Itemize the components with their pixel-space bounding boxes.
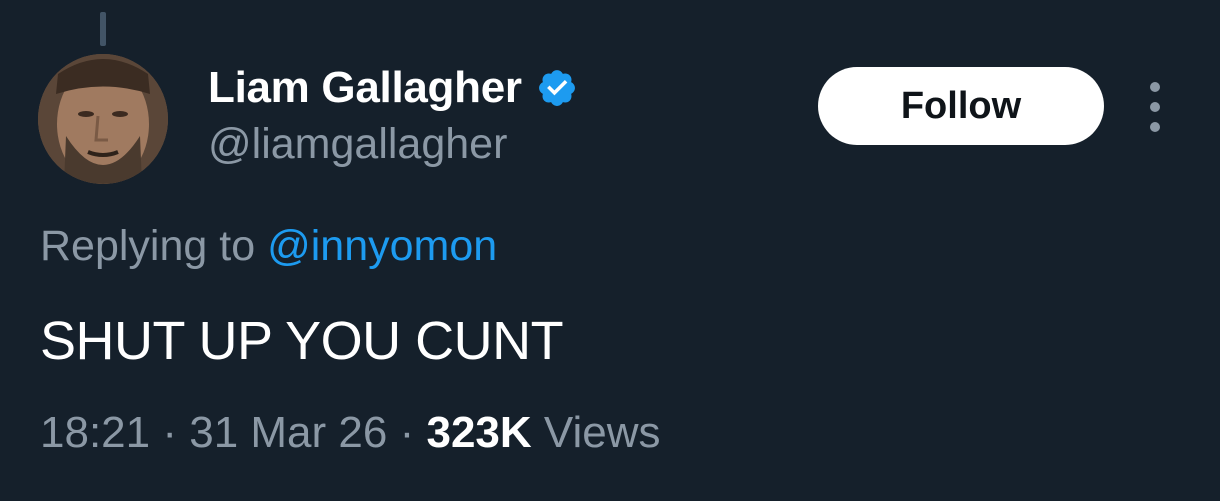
views-label: Views bbox=[543, 408, 661, 457]
views-count: 323K bbox=[426, 408, 532, 457]
author-handle[interactable]: @liamgallagher bbox=[208, 120, 507, 169]
meta-separator: · bbox=[399, 408, 415, 457]
follow-button[interactable]: Follow bbox=[818, 67, 1104, 145]
verified-badge-icon[interactable] bbox=[536, 67, 578, 109]
tweet-text: SHUT UP YOU CUNT bbox=[40, 311, 564, 371]
author-name-row: Liam Gallagher bbox=[208, 62, 578, 114]
more-options-dot bbox=[1150, 102, 1160, 112]
tweet-metadata: 18:21 · 31 Mar 26 · 323K Views bbox=[40, 408, 660, 458]
more-options-dot bbox=[1150, 82, 1160, 92]
author-display-name[interactable]: Liam Gallagher bbox=[208, 63, 522, 113]
reply-mention-link[interactable]: @innyomon bbox=[267, 222, 497, 270]
tweet-date[interactable]: 31 Mar 26 bbox=[189, 408, 387, 457]
more-options-dot bbox=[1150, 122, 1160, 132]
thread-connector-line bbox=[100, 12, 106, 46]
avatar[interactable] bbox=[38, 54, 168, 184]
meta-separator: · bbox=[162, 408, 177, 457]
tweet-time[interactable]: 18:21 bbox=[40, 408, 150, 457]
avatar-image bbox=[38, 54, 168, 184]
more-options-icon[interactable] bbox=[1138, 82, 1172, 132]
reply-context: Replying to @innyomon bbox=[40, 222, 497, 271]
reply-context-prefix: Replying to bbox=[40, 222, 256, 270]
